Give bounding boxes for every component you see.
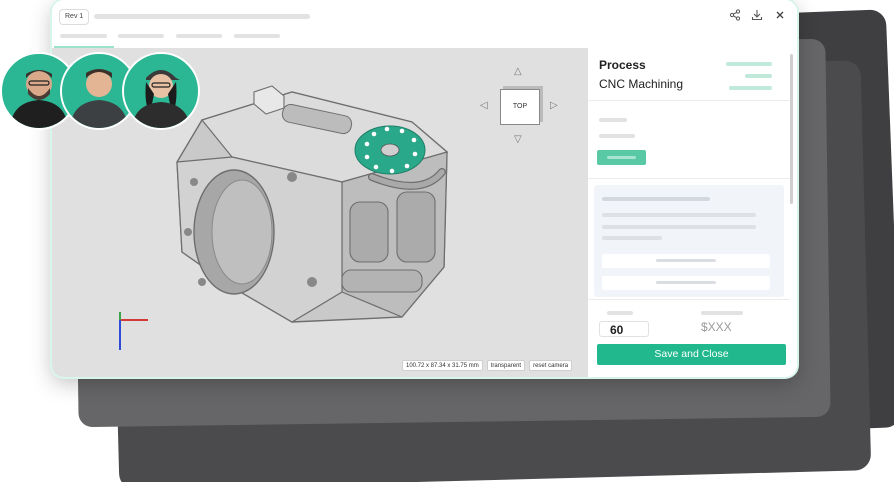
nav-down-icon[interactable]: ▽ — [514, 135, 522, 145]
placeholder-line — [701, 311, 743, 315]
divider — [588, 100, 790, 101]
placeholder-line — [656, 259, 716, 262]
transparent-toggle[interactable]: transparent — [486, 360, 526, 371]
viewer-status-bar: 100.72 x 87.34 x 31.75 mm transparent re… — [402, 360, 573, 371]
quantity-input[interactable]: 60 — [599, 321, 649, 337]
placeholder-line — [745, 74, 772, 78]
process-value[interactable]: CNC Machining — [599, 77, 683, 91]
placeholder-line — [726, 62, 772, 66]
info-field[interactable] — [602, 276, 770, 290]
tab-4[interactable] — [234, 34, 280, 38]
placeholder-line — [602, 213, 756, 217]
placeholder-line — [607, 156, 636, 159]
title-placeholder — [94, 14, 310, 19]
divider — [588, 299, 790, 300]
nav-right-icon[interactable]: ▷ — [550, 101, 558, 111]
share-icon[interactable] — [728, 9, 742, 23]
download-icon[interactable] — [750, 9, 764, 23]
stage: Rev 1 △ ▽ ◁ ▷ TOP 100.72 x 87.34 x 31.75… — [0, 0, 894, 482]
tab-2[interactable] — [118, 34, 164, 38]
nav-left-icon[interactable]: ◁ — [480, 101, 488, 111]
tab-1[interactable] — [60, 34, 107, 38]
config-panel: Process CNC Machining 60 $XXX Save and C… — [588, 48, 797, 377]
price-readout: $XXX — [701, 320, 732, 334]
panel-scrollbar[interactable] — [790, 54, 793, 204]
cnc-part-model[interactable] — [172, 82, 472, 332]
info-field[interactable] — [602, 254, 770, 268]
revision-badge[interactable]: Rev 1 — [59, 9, 90, 25]
process-label: Process — [599, 58, 646, 72]
nav-up-icon[interactable]: △ — [514, 67, 522, 77]
window-topbar: Rev 1 — [52, 0, 797, 49]
placeholder-line — [729, 86, 772, 90]
close-icon[interactable] — [773, 9, 787, 23]
reset-camera-button[interactable]: reset camera — [529, 360, 573, 371]
placeholder-line — [602, 236, 662, 240]
placeholder-line — [656, 281, 716, 284]
info-box — [594, 185, 784, 297]
placeholder-line — [602, 197, 710, 201]
placeholder-line — [599, 118, 627, 122]
placeholder-line — [602, 225, 756, 229]
placeholder-line — [607, 311, 633, 315]
option-button[interactable] — [597, 150, 646, 165]
tab-3[interactable] — [176, 34, 222, 38]
axis-triad-icon — [119, 312, 148, 350]
save-and-close-button[interactable]: Save and Close — [597, 344, 786, 365]
avatar — [122, 52, 200, 130]
divider — [588, 178, 790, 179]
view-cube[interactable]: TOP — [500, 89, 540, 125]
dimensions-readout: 100.72 x 87.34 x 31.75 mm — [402, 360, 483, 371]
placeholder-line — [599, 134, 635, 138]
